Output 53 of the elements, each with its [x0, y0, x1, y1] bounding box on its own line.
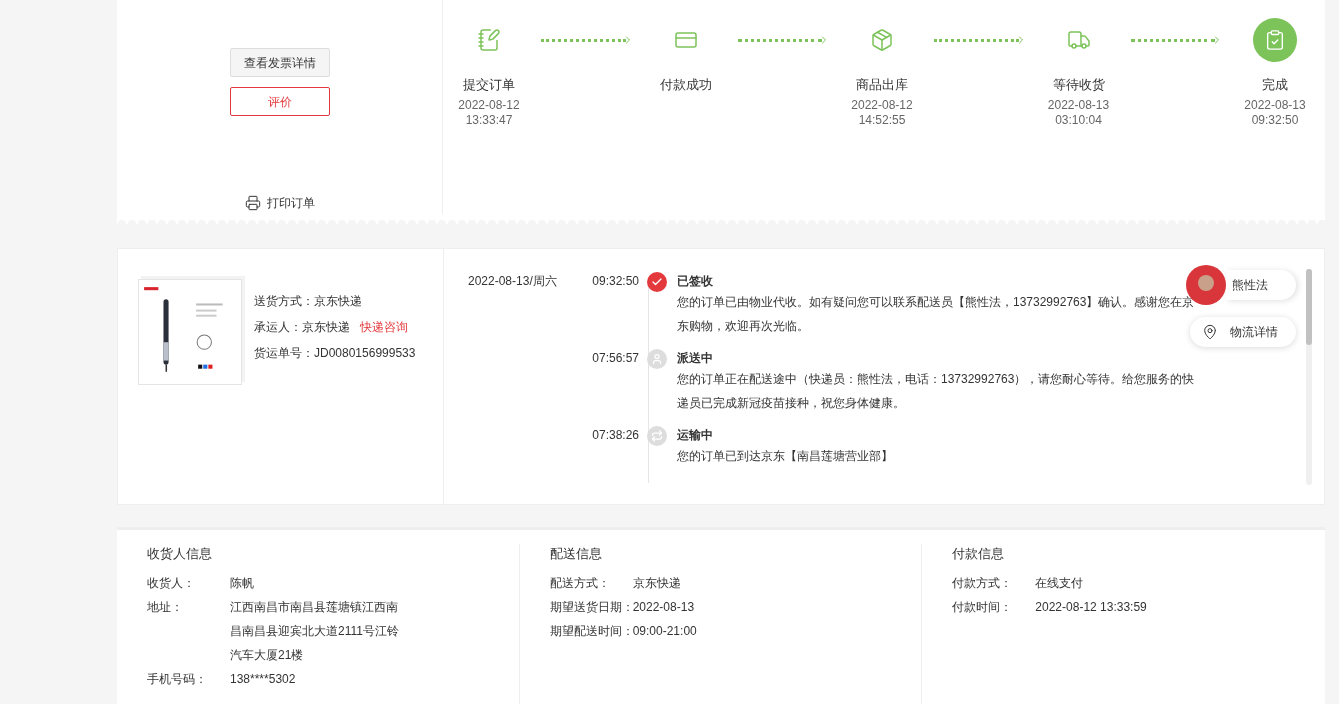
info-value: 09:00-21:00: [632, 623, 698, 640]
shipment-value: 京东快递: [302, 319, 350, 336]
event-time: 07:38:26: [591, 427, 639, 444]
info-value: 江西南昌市南昌县莲塘镇江西南昌南昌县迎宾北大道2111号江铃汽车大厦21楼: [230, 599, 400, 664]
info-label: 付款时间：: [952, 599, 1014, 616]
shipment-value: 京东快递: [314, 293, 362, 310]
logistics-details-button[interactable]: 物流详情: [1190, 317, 1296, 347]
info-value: 陈帆: [230, 575, 255, 592]
step-date: 2022-08-13: [1047, 97, 1110, 113]
invoice-button[interactable]: 查看发票详情: [229, 48, 330, 77]
section-title: 付款信息: [952, 545, 1006, 563]
step-label: 提交订单: [463, 76, 515, 94]
info-label: 期望送货日期：: [549, 599, 633, 616]
step-label: 完成: [1262, 76, 1288, 94]
event-time: 09:32:50: [591, 273, 639, 290]
step-time: 09:32:50: [1251, 112, 1299, 128]
step-label: 商品出库: [856, 76, 908, 94]
shipment-label: 货运单号：: [254, 345, 314, 362]
info-label: 配送方式：: [549, 575, 611, 592]
shipment-value: JD0080156999533: [314, 345, 416, 362]
section-title: 收货人信息: [147, 545, 213, 563]
info-label: 付款方式：: [952, 575, 1014, 592]
info-value: 138****5302: [230, 671, 297, 688]
info-value: 2022-08-12 13:33:59: [1035, 599, 1148, 616]
step-date: 2022-08-12: [851, 97, 913, 113]
info-value: 在线支付: [1035, 575, 1085, 592]
step-time: 03:10:04: [1055, 112, 1102, 128]
review-button[interactable]: 评价: [229, 87, 330, 116]
event-time: 07:56:57: [591, 350, 639, 367]
event-date: 2022-08-13/周六: [468, 273, 558, 290]
step-date: 2022-08-13: [1244, 97, 1306, 113]
event-text: 您的订单已到达京东【南昌莲塘营业部】: [677, 448, 894, 465]
shipment-label: 送货方式：: [254, 293, 314, 310]
event-text: 您的订单正在配送途中（快递员：熊性法，电话：13732992763），请您耐心等待。给您服务的快递员已完成新冠疫苗接种，祝您身体健康。: [677, 371, 1196, 412]
event-title: 已签收: [677, 273, 714, 289]
info-label: 期望配送时间：: [549, 623, 633, 640]
courier-button[interactable]: 熊性法: [1226, 270, 1296, 300]
section-title: 配送信息: [549, 545, 603, 563]
step-label: 付款成功: [659, 76, 712, 94]
shipment-label: 承运人：: [254, 319, 302, 336]
event-title: 派送中: [677, 350, 714, 366]
print-order-button[interactable]: 打印订单: [244, 194, 315, 212]
info-label: 收货人：: [147, 575, 196, 592]
event-title: 运输中: [677, 427, 714, 443]
courier-inquiry-link[interactable]: 快递咨询: [360, 318, 408, 336]
info-label: 地址：: [147, 599, 184, 616]
info-value: 2022-08-13: [632, 599, 696, 616]
step-date: 2022-08-12: [458, 97, 520, 113]
step-label: 等待收货: [1052, 76, 1105, 94]
info-label: 手机号码：: [147, 671, 208, 688]
step-time: 13:33:47: [465, 112, 513, 128]
info-value: 京东快递: [632, 575, 682, 592]
step-time: 14:52:55: [858, 112, 906, 128]
